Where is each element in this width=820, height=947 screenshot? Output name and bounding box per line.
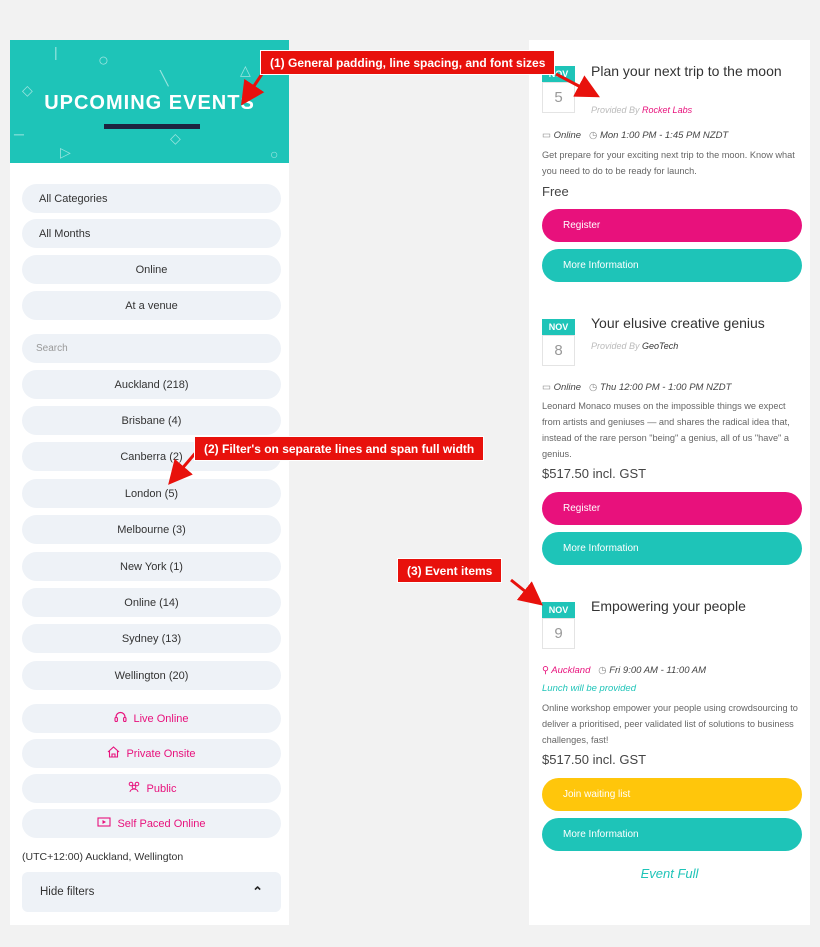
event-full-status: Event Full bbox=[640, 866, 699, 881]
title-underline bbox=[104, 124, 200, 129]
annotation-3: (3) Event items bbox=[397, 558, 503, 583]
type-filter-self-paced-online[interactable]: Self Paced Online bbox=[22, 809, 281, 838]
monitor-icon: ▭ bbox=[542, 130, 551, 141]
more-information-button[interactable]: More Information bbox=[542, 532, 802, 565]
date-badge: NOV 8 bbox=[542, 319, 575, 366]
triangle-decoration-icon: △ bbox=[240, 62, 251, 78]
filter-panel: ○ | ◇ ╲ △ ▷ ◇ ○ ─ UPCOMING EVENTS All Ca… bbox=[10, 40, 289, 925]
triangle-decoration-icon: ▷ bbox=[60, 144, 71, 160]
location-filter-wellington[interactable]: Wellington (20) bbox=[22, 661, 281, 690]
location-filter-auckland[interactable]: Auckland (218) bbox=[22, 370, 281, 399]
map-pin-icon: ⚲ bbox=[542, 665, 549, 676]
house-icon bbox=[107, 746, 120, 761]
location-filter-melbourne[interactable]: Melbourne (3) bbox=[22, 515, 281, 544]
monitor-icon: ▭ bbox=[542, 382, 551, 393]
provided-by-label: Provided By bbox=[591, 105, 640, 115]
provider-name[interactable]: GeoTech bbox=[642, 341, 678, 351]
location-filter-new-york[interactable]: New York (1) bbox=[22, 552, 281, 581]
type-label: Private Onsite bbox=[126, 747, 196, 760]
event-month: NOV bbox=[542, 319, 575, 335]
banner-title: UPCOMING EVENTS bbox=[44, 92, 255, 114]
line-decoration-icon: ╲ bbox=[160, 70, 169, 86]
circle-decoration-icon: ○ bbox=[98, 50, 109, 70]
event-time: Thu 12:00 PM - 1:00 PM NZDT bbox=[599, 382, 732, 393]
more-information-button[interactable]: More Information bbox=[542, 818, 802, 851]
event-location[interactable]: Auckland bbox=[551, 665, 590, 676]
chevron-up-icon: ⌃ bbox=[252, 884, 263, 899]
event-price: Free bbox=[542, 184, 569, 199]
type-label: Self Paced Online bbox=[117, 817, 206, 830]
location-filter-london[interactable]: London (5) bbox=[22, 479, 281, 508]
event-title[interactable]: Your elusive creative genius bbox=[591, 315, 801, 332]
event-location: Online bbox=[553, 130, 582, 141]
annotation-1: (1) General padding, line spacing, and f… bbox=[260, 50, 556, 75]
event-note: Lunch will be provided bbox=[542, 683, 637, 694]
event-meta: ▭ Online ◷ Thu 12:00 PM - 1:00 PM NZDT bbox=[542, 382, 731, 393]
event-location: Online bbox=[553, 382, 582, 393]
clock-icon: ◷ bbox=[589, 382, 598, 393]
event-title[interactable]: Plan your next trip to the moon bbox=[591, 63, 801, 80]
type-label: Live Online bbox=[133, 712, 189, 725]
event-month: NOV bbox=[542, 602, 575, 618]
event-day: 8 bbox=[542, 335, 575, 366]
join-waiting-list-button[interactable]: Join waiting list bbox=[542, 778, 802, 811]
venue-filter-button[interactable]: At a venue bbox=[22, 291, 281, 320]
timezone-label: (UTC+12:00) Auckland, Wellington bbox=[22, 851, 184, 863]
line-decoration-icon: ─ bbox=[14, 126, 24, 142]
date-badge: NOV 9 bbox=[542, 602, 575, 649]
circle-decoration-icon: ○ bbox=[270, 146, 279, 162]
provider-name[interactable]: Rocket Labs bbox=[642, 105, 692, 115]
event-time: Fri 9:00 AM - 11:00 AM bbox=[609, 665, 707, 676]
event-description: Leonard Monaco muses on the impossible t… bbox=[542, 401, 790, 459]
type-filter-public[interactable]: Public bbox=[22, 774, 281, 803]
event-day: 9 bbox=[542, 618, 575, 649]
register-button[interactable]: Register bbox=[542, 209, 802, 242]
event-day: 5 bbox=[542, 82, 575, 113]
event-meta: ⚲ Auckland ◷ Fri 9:00 AM - 11:00 AM bbox=[542, 665, 706, 676]
event-provider: Provided By GeoTech bbox=[591, 341, 678, 351]
online-filter-button[interactable]: Online bbox=[22, 255, 281, 284]
event-time: Mon 1:00 PM - 1:45 PM NZDT bbox=[599, 130, 729, 141]
more-information-button[interactable]: More Information bbox=[542, 249, 802, 282]
event-price: $517.50 incl. GST bbox=[542, 466, 647, 481]
type-label: Public bbox=[146, 782, 177, 795]
clock-icon: ◷ bbox=[589, 130, 598, 141]
event-description: Get prepare for your exciting next trip … bbox=[542, 150, 795, 176]
event-price: $517.50 incl. GST bbox=[542, 752, 647, 767]
event-description: Online workshop empower your people usin… bbox=[542, 703, 798, 745]
register-button[interactable]: Register bbox=[542, 492, 802, 525]
annotation-2: (2) Filter's on separate lines and span … bbox=[194, 436, 485, 461]
category-select[interactable]: All Categories bbox=[22, 184, 281, 213]
people-icon bbox=[127, 781, 141, 796]
headset-icon bbox=[114, 711, 128, 726]
hide-filters-button[interactable]: Hide filters ⌃ bbox=[22, 872, 281, 912]
type-filter-live-online[interactable]: Live Online bbox=[22, 704, 281, 733]
clock-icon: ◷ bbox=[598, 665, 607, 676]
events-banner: ○ | ◇ ╲ △ ▷ ◇ ○ ─ UPCOMING EVENTS bbox=[10, 40, 289, 163]
month-select[interactable]: All Months bbox=[22, 219, 281, 248]
location-filter-online[interactable]: Online (14) bbox=[22, 588, 281, 617]
location-filter-brisbane[interactable]: Brisbane (4) bbox=[22, 406, 281, 435]
type-filter-private-onsite[interactable]: Private Onsite bbox=[22, 739, 281, 768]
video-icon bbox=[97, 816, 112, 831]
event-provider: Provided By Rocket Labs bbox=[591, 105, 692, 115]
location-filter-sydney[interactable]: Sydney (13) bbox=[22, 624, 281, 653]
events-list: NOV 5 Plan your next trip to the moon Pr… bbox=[529, 40, 810, 925]
provided-by-label: Provided By bbox=[591, 341, 640, 351]
event-title[interactable]: Empowering your people bbox=[591, 598, 801, 615]
event-meta: ▭ Online ◷ Mon 1:00 PM - 1:45 PM NZDT bbox=[542, 130, 728, 141]
search-input[interactable]: Search bbox=[22, 334, 281, 363]
diamond-decoration-icon: ◇ bbox=[170, 130, 181, 146]
hide-filters-label: Hide filters bbox=[40, 886, 95, 898]
line-decoration-icon: | bbox=[54, 44, 58, 60]
